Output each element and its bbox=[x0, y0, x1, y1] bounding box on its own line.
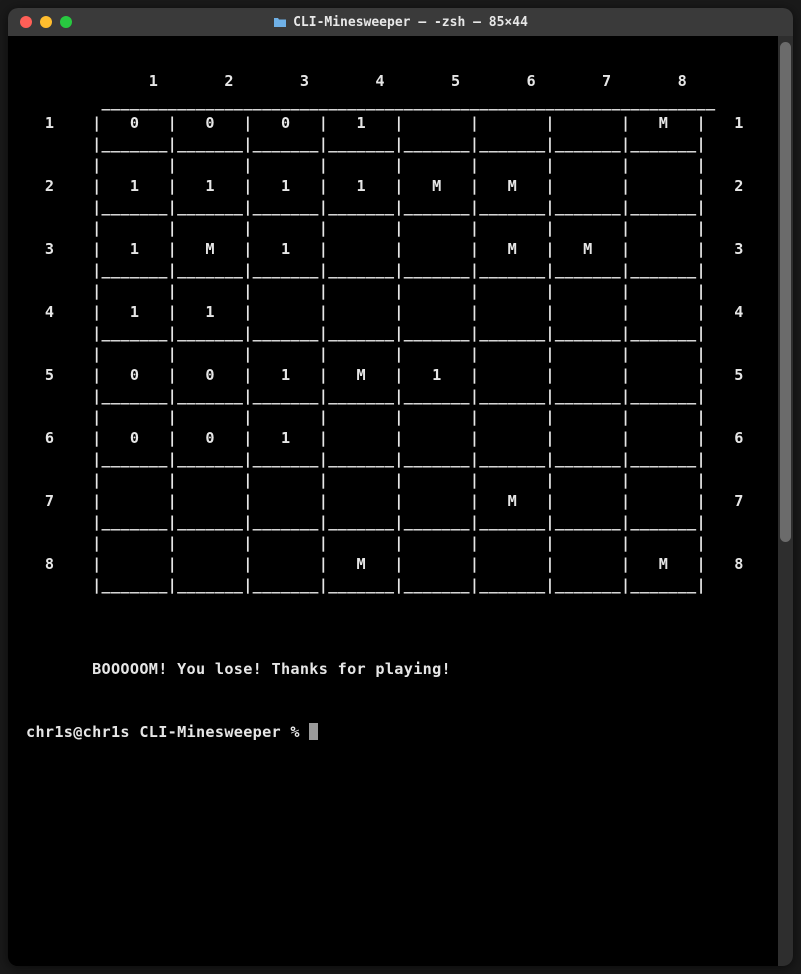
terminal-body[interactable]: 1 2 3 4 5 6 7 8 ________________________… bbox=[8, 36, 793, 966]
cursor bbox=[309, 723, 318, 740]
terminal-output: 1 2 3 4 5 6 7 8 ________________________… bbox=[26, 50, 785, 743]
traffic-lights bbox=[20, 16, 72, 28]
window-title: CLI-Minesweeper — -zsh — 85×44 bbox=[8, 15, 793, 30]
scrollbar-track[interactable] bbox=[778, 36, 793, 966]
scrollbar-thumb[interactable] bbox=[780, 42, 791, 542]
close-button[interactable] bbox=[20, 16, 32, 28]
folder-icon bbox=[273, 17, 287, 28]
window-title-text: CLI-Minesweeper — -zsh — 85×44 bbox=[293, 15, 528, 30]
minimize-button[interactable] bbox=[40, 16, 52, 28]
maximize-button[interactable] bbox=[60, 16, 72, 28]
window-titlebar[interactable]: CLI-Minesweeper — -zsh — 85×44 bbox=[8, 8, 793, 36]
terminal-window: CLI-Minesweeper — -zsh — 85×44 1 2 3 4 5… bbox=[8, 8, 793, 966]
